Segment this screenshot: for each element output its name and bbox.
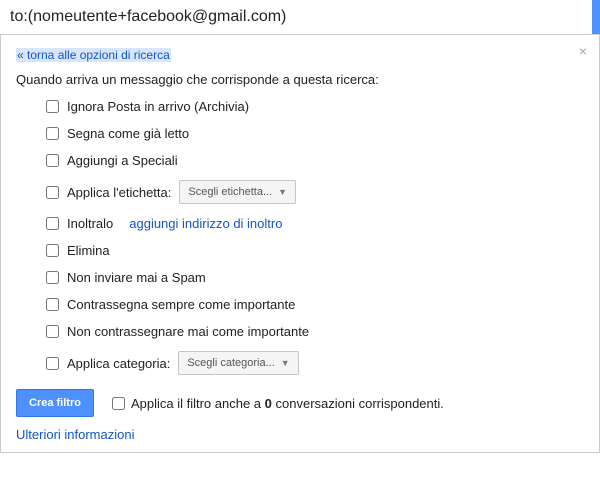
option-star: Aggiungi a Speciali (46, 147, 584, 174)
label-delete: Elimina (67, 243, 110, 258)
create-filter-button[interactable]: Crea filtro (16, 389, 94, 417)
label-apply-label: Applica l'etichetta: (67, 185, 171, 200)
option-not-important: Non contrassegnare mai come importante (46, 318, 584, 345)
option-apply-category: Applica categoria: Scegli categoria... ▼ (46, 345, 584, 381)
option-apply-label: Applica l'etichetta: Scegli etichetta...… (46, 174, 584, 210)
chevron-down-icon: ▼ (281, 358, 290, 368)
label-apply-category: Applica categoria: (67, 356, 170, 371)
option-mark-read: Segna come già letto (46, 120, 584, 147)
more-info-link[interactable]: Ulteriori informazioni (16, 427, 134, 442)
checkbox-mark-read[interactable] (46, 127, 59, 140)
checkbox-apply-label[interactable] (46, 186, 59, 199)
category-dropdown-text: Scegli categoria... (187, 357, 274, 369)
label-dropdown[interactable]: Scegli etichetta... ▼ (179, 180, 296, 204)
chevron-down-icon: ▼ (278, 187, 287, 197)
option-important: Contrassegna sempre come importante (46, 291, 584, 318)
label-star: Aggiungi a Speciali (67, 153, 178, 168)
intro-text: Quando arriva un messaggio che corrispon… (16, 72, 584, 87)
category-dropdown[interactable]: Scegli categoria... ▼ (178, 351, 298, 375)
label-important: Contrassegna sempre come importante (67, 297, 295, 312)
checkbox-forward[interactable] (46, 217, 59, 230)
checkbox-not-important[interactable] (46, 325, 59, 338)
option-forward: Inoltralo aggiungi indirizzo di inoltro (46, 210, 584, 237)
add-forward-address-link[interactable]: aggiungi indirizzo di inoltro (129, 216, 282, 231)
checkbox-apply-category[interactable] (46, 357, 59, 370)
apply-suffix: conversazioni corrispondenti. (272, 396, 444, 411)
checkbox-important[interactable] (46, 298, 59, 311)
checkbox-star[interactable] (46, 154, 59, 167)
checkbox-apply-existing[interactable] (112, 397, 125, 410)
option-delete: Elimina (46, 237, 584, 264)
search-bar (0, 0, 600, 35)
apply-existing-label: Applica il filtro anche a 0 conversazion… (131, 396, 444, 411)
checkbox-no-spam[interactable] (46, 271, 59, 284)
option-archive: Ignora Posta in arrivo (Archivia) (46, 93, 584, 120)
label-not-important: Non contrassegnare mai come importante (67, 324, 309, 339)
checkbox-delete[interactable] (46, 244, 59, 257)
label-forward: Inoltralo (67, 216, 113, 231)
option-no-spam: Non inviare mai a Spam (46, 264, 584, 291)
apply-count: 0 (265, 396, 272, 411)
checkbox-archive[interactable] (46, 100, 59, 113)
search-button[interactable] (592, 0, 600, 34)
label-no-spam: Non inviare mai a Spam (67, 270, 206, 285)
apply-existing-row: Applica il filtro anche a 0 conversazion… (112, 396, 444, 411)
close-icon[interactable]: × (579, 43, 587, 59)
back-to-search-options[interactable]: « torna alle opzioni di ricerca (16, 48, 171, 62)
apply-prefix: Applica il filtro anche a (131, 396, 265, 411)
search-input[interactable] (0, 0, 592, 34)
filter-panel: × « torna alle opzioni di ricerca Quando… (0, 35, 600, 453)
label-archive: Ignora Posta in arrivo (Archivia) (67, 99, 249, 114)
label-dropdown-text: Scegli etichetta... (188, 186, 272, 198)
label-mark-read: Segna come già letto (67, 126, 189, 141)
footer-row: Crea filtro Applica il filtro anche a 0 … (16, 389, 584, 417)
